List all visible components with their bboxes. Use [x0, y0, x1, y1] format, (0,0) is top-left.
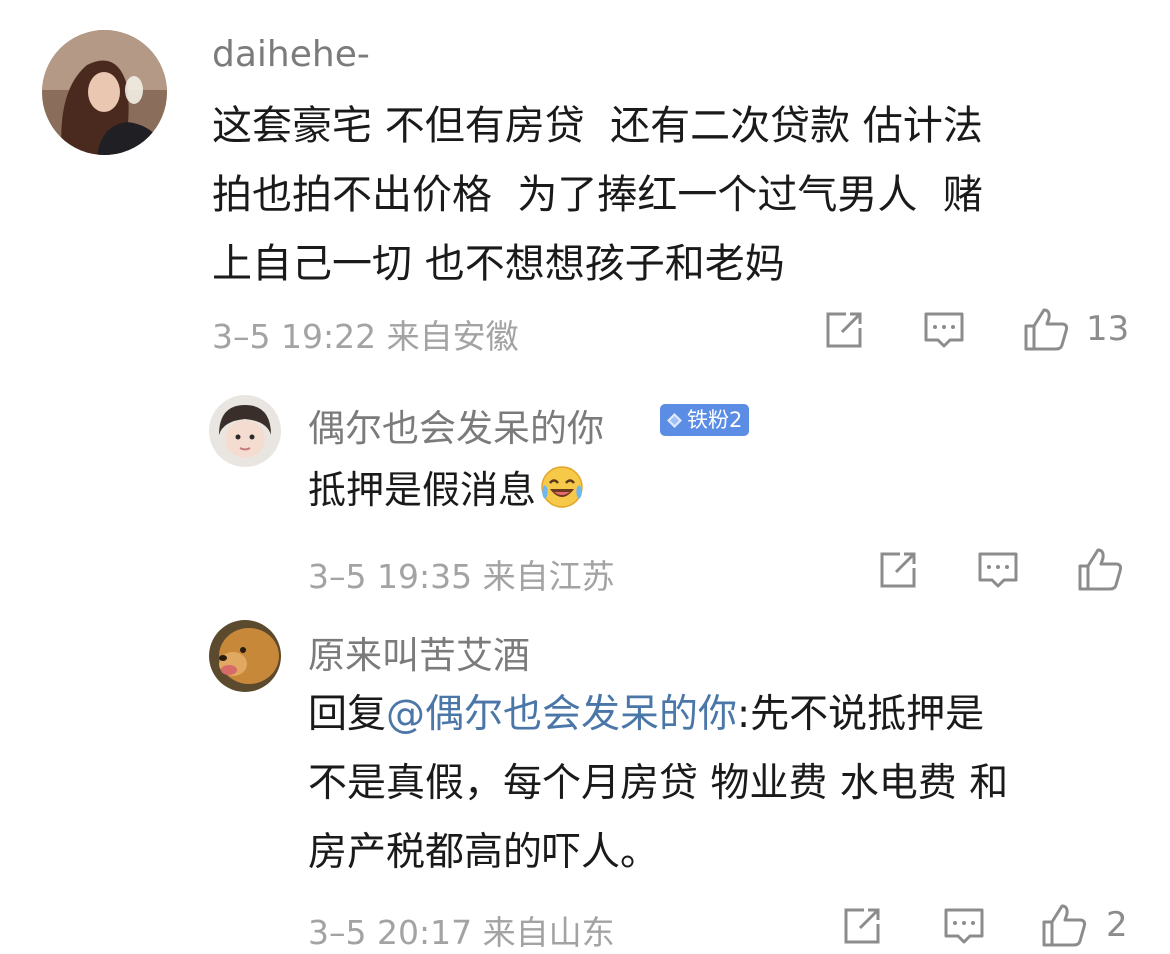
reply-text: 抵押是假消息	[308, 456, 584, 525]
avatar[interactable]	[209, 620, 281, 692]
reply-meta: 3–5 20:17 来自山东	[308, 906, 615, 954]
avatar[interactable]	[209, 395, 281, 467]
comment-icon[interactable]	[976, 548, 1020, 592]
like-count: 13	[1086, 309, 1130, 349]
comment-line: 上自己一切 也不想想孩子和老妈	[212, 241, 785, 287]
timestamp: 3–5 20:17	[308, 913, 473, 952]
comment-icon[interactable]	[922, 308, 966, 352]
avatar-image	[209, 620, 281, 692]
reply-line: 房产税都高的吓人。	[308, 830, 660, 875]
username[interactable]: 原来叫苦艾酒	[308, 625, 530, 679]
share-icon[interactable]	[822, 308, 866, 352]
location: 来自安徽	[386, 317, 519, 356]
avatar[interactable]	[42, 30, 167, 155]
comment-text: 这套豪宅 不但有房贷 还有二次贷款 估计法 拍也拍不出价格 为了捧红一个过气男人…	[212, 92, 1132, 299]
fan-badge: 铁粉2	[660, 404, 750, 436]
thumbs-up-icon[interactable]	[1076, 546, 1124, 592]
avatar-image	[42, 30, 167, 155]
avatar-image	[209, 395, 281, 467]
diamond-icon	[666, 406, 683, 428]
timestamp: 3–5 19:22	[212, 317, 377, 356]
reply-meta: 3–5 19:35 来自江苏	[308, 550, 615, 598]
comment-line: 这套豪宅 不但有房贷 还有二次贷款 估计法	[212, 103, 983, 149]
comment-icon[interactable]	[942, 904, 986, 948]
reply-line: 不是真假，每个月房贷 物业费 水电费 和	[308, 761, 1009, 806]
thumbs-up-icon[interactable]	[1022, 306, 1070, 352]
badge-label: 铁粉2	[687, 408, 743, 432]
username[interactable]: daihehe-	[212, 34, 370, 75]
reply-line: 回复@偶尔也会发呆的你:先不说抵押是	[308, 680, 1148, 749]
reply-content: :先不说抵押是	[737, 692, 985, 737]
laughing-crying-emoji	[540, 462, 584, 508]
location: 来自山东	[482, 913, 615, 952]
timestamp: 3–5 19:35	[308, 557, 473, 596]
username[interactable]: 偶尔也会发呆的你	[308, 398, 604, 452]
reply-text: 回复@偶尔也会发呆的你:先不说抵押是 不是真假，每个月房贷 物业费 水电费 和 …	[308, 680, 1148, 887]
comment-meta: 3–5 19:22 来自安徽	[212, 310, 519, 358]
mention-link[interactable]: @偶尔也会发呆的你	[386, 692, 737, 737]
thumbs-up-icon[interactable]	[1040, 902, 1088, 948]
reply-prefix: 回复	[308, 692, 387, 737]
like-count: 2	[1106, 905, 1128, 945]
share-icon[interactable]	[840, 904, 884, 948]
share-icon[interactable]	[876, 548, 920, 592]
comment-line: 拍也拍不出价格 为了捧红一个过气男人 赌	[212, 172, 983, 218]
location: 来自江苏	[482, 557, 615, 596]
reply-content: 抵押是假消息	[308, 468, 537, 512]
